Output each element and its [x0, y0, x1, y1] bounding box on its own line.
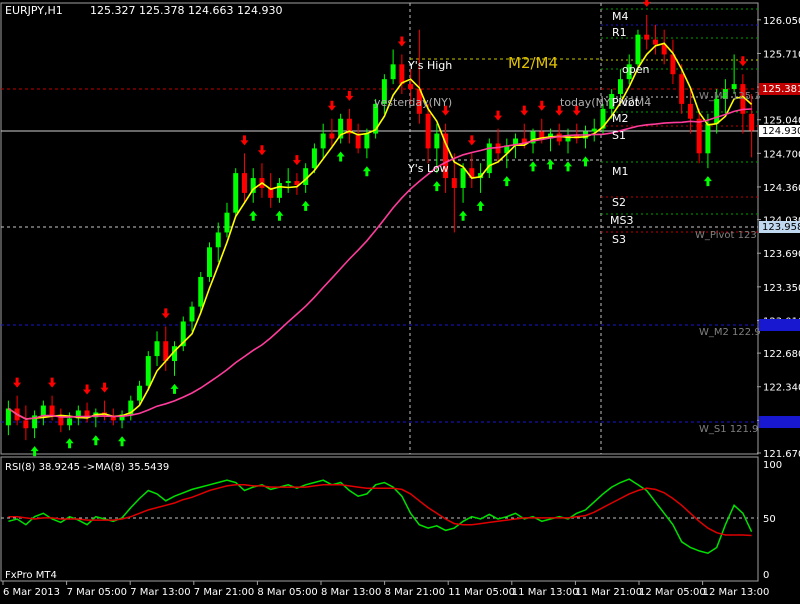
- mt4-chart-window[interactable]: EURJPY,H1 125.327 125.378 124.663 124.93…: [0, 0, 800, 600]
- price-tick-label: 122.340: [763, 383, 800, 394]
- candle-body: [635, 34, 641, 65]
- candle-body: [145, 356, 151, 386]
- candle-body: [198, 276, 204, 307]
- price-tick-label: 123.350: [763, 283, 800, 294]
- pivot-label: Pivot: [612, 96, 640, 109]
- candle-body: [451, 178, 457, 188]
- ohlc-label: 125.327 125.378 124.663 124.930: [90, 4, 282, 17]
- s1-label: S1: [612, 129, 626, 142]
- m1-label: M1: [612, 165, 629, 178]
- price-tick-label: 126.050: [763, 16, 800, 27]
- m2-label: M2: [612, 112, 629, 125]
- candle-body: [329, 133, 335, 139]
- weekly-s1-label: W_S1 121.9: [699, 424, 758, 435]
- m4-label: M4: [612, 10, 629, 23]
- candle-body: [67, 418, 73, 426]
- candle-body: [425, 113, 431, 149]
- rsi-tick-50: 50: [763, 514, 776, 525]
- weekly-m3-price-text: 125.381: [762, 84, 800, 95]
- rsi-tick-100: 100: [763, 460, 782, 471]
- weekly-s1-price-marker: [759, 416, 800, 428]
- candle-body: [390, 64, 396, 80]
- candle: [206, 242, 212, 282]
- broker-label: FxPro MT4: [5, 570, 57, 581]
- candle-body: [679, 74, 685, 104]
- candle-body: [591, 128, 597, 132]
- time-tick-label: 12 Mar 13:00: [703, 587, 770, 598]
- weekly-pivot-label: W_Pivot 123: [695, 230, 757, 241]
- time-tick-label: 12 Mar 05:00: [639, 587, 706, 598]
- candle-body: [408, 84, 414, 90]
- yesterday-ny-label: yesterday(NY): [374, 96, 452, 109]
- open-label: open: [622, 63, 649, 76]
- candle-body: [154, 341, 160, 357]
- candle-body: [696, 118, 702, 154]
- candle-body: [749, 113, 755, 131]
- candle-body: [617, 79, 623, 94]
- candle-body: [285, 181, 291, 184]
- candle-body: [5, 408, 11, 426]
- s2-label: S2: [612, 196, 626, 209]
- r1-label: R1: [612, 26, 627, 39]
- price-chart-canvas[interactable]: EURJPY,H1 125.327 125.378 124.663 124.93…: [0, 0, 800, 600]
- candle-body: [233, 173, 239, 213]
- rsi-label: RSI(8) 38.9245 ->MA(8) 35.5439: [5, 462, 169, 473]
- ms3-label: MS3: [610, 214, 633, 227]
- candle-body: [705, 123, 711, 154]
- candle-body: [311, 148, 317, 169]
- candle-body: [355, 133, 361, 149]
- candle: [180, 316, 186, 352]
- time-tick-label: 7 Mar 05:00: [67, 587, 127, 598]
- candle-body: [731, 84, 737, 90]
- candle-body: [644, 34, 650, 40]
- candle-body: [23, 420, 29, 429]
- candle-body: [714, 98, 720, 124]
- price-tick-label: 121.670: [763, 449, 800, 460]
- weekly-m2-price-marker: [759, 319, 800, 331]
- candle-body: [399, 64, 405, 85]
- candle-body: [189, 306, 195, 322]
- candle-body: [206, 247, 212, 277]
- candle-body: [137, 385, 143, 401]
- weekly-pivot-price-text: 123.958: [762, 222, 800, 233]
- time-tick-label: 8 Mar 13:00: [321, 587, 381, 598]
- time-tick-label: 7 Mar 13:00: [130, 587, 190, 598]
- time-tick-label: 8 Mar 21:00: [385, 587, 445, 598]
- candle-body: [276, 183, 282, 198]
- candle-body: [364, 133, 370, 149]
- candle-body: [224, 212, 230, 233]
- candle-body: [434, 133, 440, 149]
- time-tick-label: 8 Mar 05:00: [257, 587, 317, 598]
- time-tick-label: 11 Mar 05:00: [448, 587, 515, 598]
- price-tick-label: 122.680: [763, 349, 800, 360]
- candle: [486, 138, 492, 179]
- candle-body: [652, 39, 658, 45]
- candle: [233, 168, 239, 218]
- price-tick-label: 124.360: [763, 183, 800, 194]
- current-price-text: 124.930: [762, 126, 800, 137]
- candle-body: [241, 173, 247, 193]
- candle-body: [215, 232, 221, 248]
- m2m4-label: M2/M4: [508, 54, 558, 72]
- time-tick-label: 7 Mar 21:00: [194, 587, 254, 598]
- time-tick-label: 11 Mar 21:00: [575, 587, 642, 598]
- ys-high-label: Y's High: [407, 59, 452, 72]
- symbol-label: EURJPY,H1: [5, 4, 63, 17]
- price-tick-label: 123.690: [763, 249, 800, 260]
- weekly-m3-label: W_M3 125.3: [699, 91, 761, 102]
- ys-low-label: Y's Low: [407, 162, 449, 175]
- candle-body: [687, 103, 693, 119]
- candle-body: [460, 168, 466, 188]
- candle-body: [320, 133, 326, 149]
- price-tick-label: 125.710: [763, 49, 800, 60]
- candle-body: [40, 405, 46, 416]
- price-tick-label: 124.700: [763, 149, 800, 160]
- time-tick-label: 6 Mar 2013: [3, 587, 60, 598]
- candle-body: [49, 405, 55, 416]
- weekly-m2-label: W_M2 122.9: [699, 327, 761, 338]
- rsi-tick-0: 0: [763, 570, 769, 581]
- s3-label: S3: [612, 233, 626, 246]
- time-tick-label: 11 Mar 13:00: [512, 587, 579, 598]
